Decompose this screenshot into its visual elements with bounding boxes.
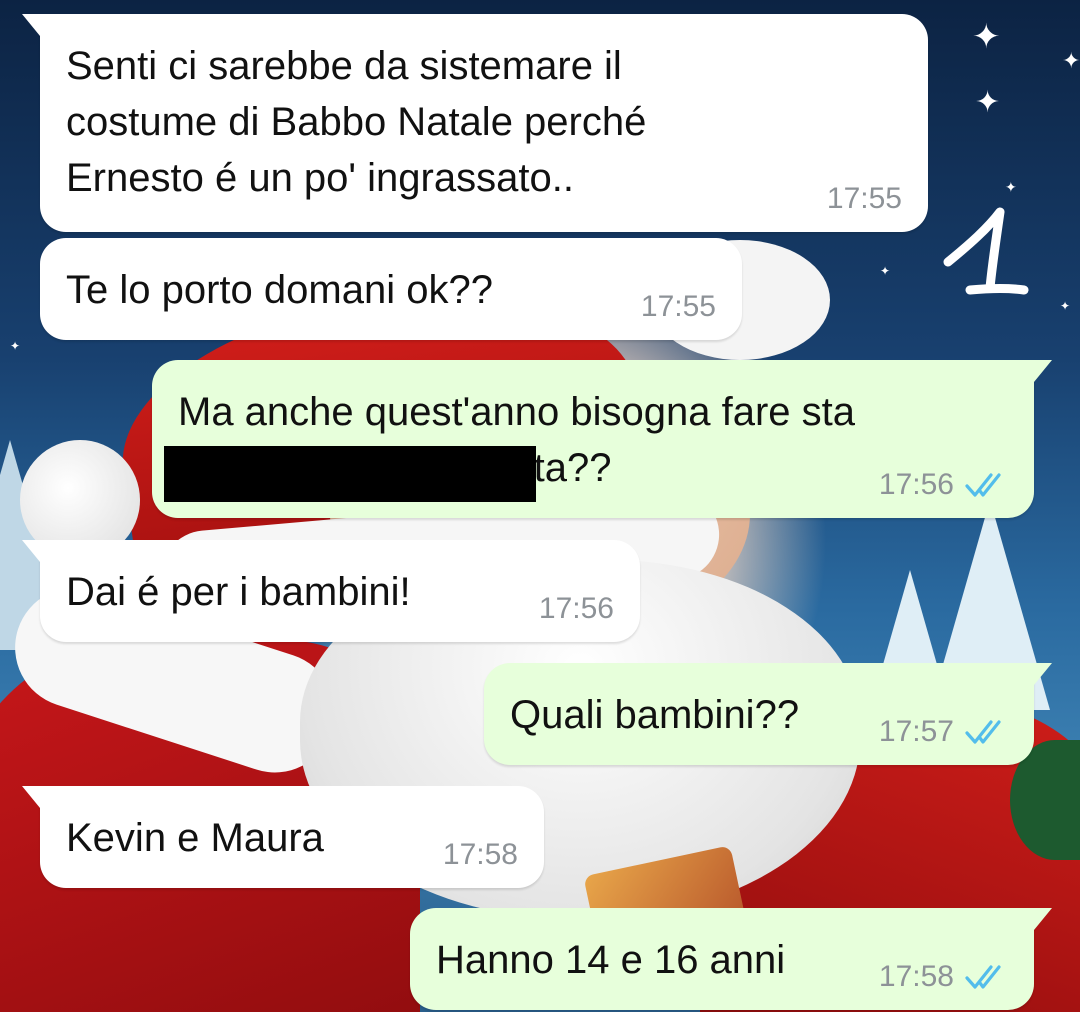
message-text: Te lo porto domani ok?? [66, 268, 493, 312]
redaction-box [164, 446, 536, 502]
chat-conversation[interactable]: Senti ci sarebbe da sistemare il costume… [0, 0, 1080, 1012]
message-bubble-incoming[interactable]: Kevin e Maura 17:58 [22, 786, 544, 888]
message-bubble-outgoing[interactable]: Ma anche quest'anno bisogna fare sta ata… [152, 360, 1052, 518]
message-time: 17:58 [878, 960, 954, 993]
message-text: Dai é per i bambini! [66, 570, 411, 614]
message-meta: 17:55 [641, 290, 716, 324]
message-bubble-outgoing[interactable]: Quali bambini?? 17:57 [484, 663, 1052, 765]
double-check-icon [965, 720, 1001, 744]
message-meta: 17:57 [879, 715, 1008, 749]
message-text: Senti ci sarebbe da sistemare il costume… [66, 44, 647, 200]
message-bubble-outgoing[interactable]: Hanno 14 e 16 anni 17:58 [410, 908, 1052, 1010]
message-time: 17:55 [826, 182, 902, 215]
double-check-icon [965, 473, 1001, 497]
message-meta: 17:56 [539, 592, 614, 626]
double-check-icon [965, 965, 1001, 989]
message-bubble-incoming[interactable]: Te lo porto domani ok?? 17:55 [40, 238, 742, 340]
message-meta: 17:55 [827, 182, 902, 216]
message-meta: 17:56 [879, 468, 1008, 502]
message-time: 17:57 [878, 715, 954, 748]
message-time: 17:58 [442, 838, 518, 871]
message-bubble-incoming[interactable]: Dai é per i bambini! 17:56 [22, 540, 640, 642]
message-meta: 17:58 [879, 960, 1008, 994]
message-meta: 17:58 [443, 838, 518, 872]
message-time: 17:56 [878, 468, 954, 501]
message-bubble-incoming[interactable]: Senti ci sarebbe da sistemare il costume… [22, 14, 928, 232]
message-time: 17:55 [640, 290, 716, 323]
message-time: 17:56 [538, 592, 614, 625]
